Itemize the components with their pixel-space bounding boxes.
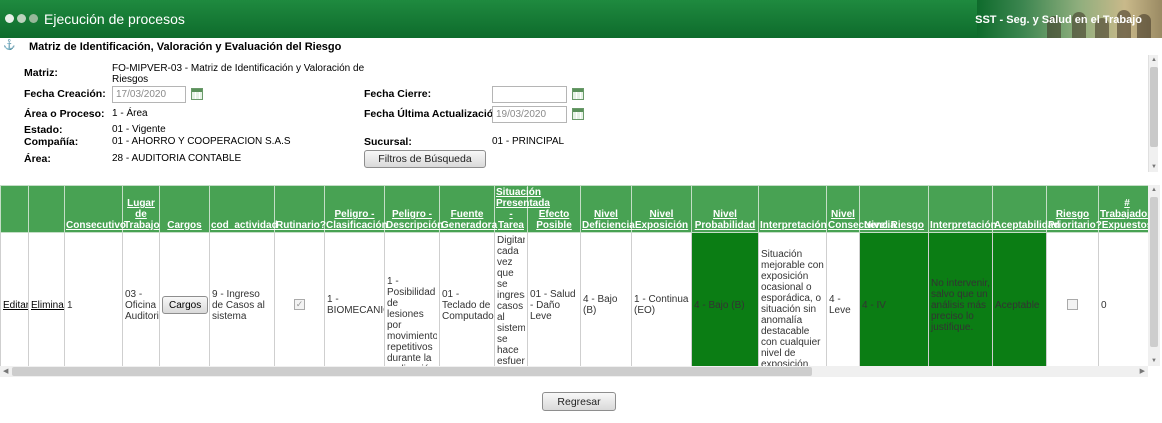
nivel-probabilidad-cell: 4 - Bajo (B) bbox=[691, 232, 759, 366]
header-nivel-riesgo[interactable]: Nivel Riesgo bbox=[859, 185, 929, 233]
trabajadores-expuestos-cell: 0 bbox=[1098, 232, 1148, 366]
estado-value: 01 - Vigente bbox=[112, 124, 166, 135]
header-lugar-trabajo[interactable]: Lugar de Trabajo bbox=[122, 185, 160, 233]
situacion-cell: Digitar cada vez que se ingresan casos a… bbox=[494, 232, 528, 366]
nivel-exposicion-cell: 1 - Continua (EO) bbox=[631, 232, 692, 366]
header-interpretacion-riesgo[interactable]: Interpretación bbox=[928, 185, 997, 233]
header-consecutivo[interactable]: Consecutivo bbox=[64, 185, 126, 233]
risk-matrix-grid: Consecutivo Lugar de Trabajo Cargos cod_… bbox=[0, 185, 1148, 366]
delete-link[interactable]: Eliminar bbox=[31, 300, 64, 311]
header-interpretacion-probabilidad[interactable]: Interpretación bbox=[758, 185, 827, 233]
interpretacion-riesgo-cell: No intervenir, salvo que un análisis más… bbox=[928, 232, 993, 366]
efecto-posible-cell: 01 - Salud - Daño Leve bbox=[527, 232, 581, 366]
app-header: Ejecución de procesos SST - Seg. y Salud… bbox=[0, 0, 1162, 38]
peligro-descripcion-cell: 1 - Posibilidad de lesiones por movimien… bbox=[384, 232, 440, 367]
aceptabilidad-cell: Aceptable bbox=[992, 232, 1047, 366]
matrix-form: Matriz: FO-MIPVER-03 - Matriz de Identif… bbox=[0, 55, 1162, 172]
delete-cell: Eliminar bbox=[28, 232, 65, 366]
grid-vertical-scrollbar[interactable]: ▲ ▼ bbox=[1148, 185, 1160, 366]
header-nivel-consecuencia[interactable]: Nivel Consecuencia bbox=[826, 185, 896, 233]
calendar-icon[interactable] bbox=[572, 108, 584, 120]
interpretacion-probabilidad-cell: Situación mejorable con exposición ocasi… bbox=[758, 232, 827, 366]
grid-header-row: Consecutivo Lugar de Trabajo Cargos cod_… bbox=[0, 185, 1148, 233]
compania-label: Compañía: bbox=[24, 136, 79, 148]
header-cargos[interactable]: Cargos bbox=[159, 185, 210, 233]
cod-actividad-cell: 9 - Ingreso de Casos al sistema bbox=[209, 232, 275, 366]
form-scrollbar[interactable]: ▲ ▼ bbox=[1148, 55, 1158, 172]
nivel-deficiencia-cell: 4 - Bajo (B) bbox=[580, 232, 632, 366]
header-peligro-clasificacion[interactable]: Peligro - Clasificación bbox=[324, 185, 388, 233]
app-title: Ejecución de procesos bbox=[44, 11, 185, 27]
lugar-trabajo-cell: 03 - Oficina Auditoria bbox=[122, 232, 160, 366]
header-fuente-generadora[interactable]: Fuente Generadora bbox=[439, 185, 497, 233]
peligro-descripcion-text: 1 - Posibilidad de lesiones por movimien… bbox=[387, 275, 437, 367]
compania-value: 01 - AHORRO Y COOPERACION S.A.S bbox=[112, 136, 291, 147]
header-situacion-presentada[interactable]: Situación Presentada - Tarea bbox=[494, 185, 550, 233]
header-nivel-exposicion[interactable]: Nivel Exposición bbox=[631, 185, 692, 233]
rutinario-checkbox[interactable]: ✓ bbox=[294, 299, 305, 311]
peligro-clasificacion-cell: 1 - BIOMECANICO bbox=[324, 232, 385, 366]
consecutivo-cell: 1 bbox=[64, 232, 123, 366]
sucursal-label: Sucursal: bbox=[364, 136, 412, 148]
fecha-cierre-label: Fecha Cierre: bbox=[364, 88, 432, 100]
header-delete-col bbox=[28, 185, 65, 233]
interpretacion-probabilidad-text: Situación mejorable con exposición ocasi… bbox=[761, 249, 824, 366]
fecha-cierre-input[interactable] bbox=[492, 86, 567, 103]
fuente-generadora-cell: 01 - Teclado de Computador bbox=[439, 232, 495, 366]
header-edit-col bbox=[0, 185, 29, 233]
calendar-icon[interactable] bbox=[572, 88, 584, 100]
area-label: Área: bbox=[24, 153, 51, 165]
header-aceptabilidad[interactable]: Aceptabilidad bbox=[992, 185, 1060, 233]
fecha-actualizacion-input[interactable] bbox=[492, 106, 567, 123]
area-proceso-label: Área o Proceso: bbox=[24, 108, 105, 120]
matriz-label: Matriz: bbox=[24, 67, 58, 79]
grid-horizontal-scrollbar[interactable]: ◀ ▶ bbox=[0, 366, 1148, 377]
matriz-value-line-2: Riesgos bbox=[112, 74, 149, 85]
nivel-riesgo-cell: 4 - IV bbox=[859, 232, 929, 366]
nivel-consecuencia-cell: 4 - Leve bbox=[826, 232, 860, 366]
fecha-creacion-input[interactable] bbox=[112, 86, 186, 103]
section-title: Matriz de Identificación, Valoración y E… bbox=[29, 41, 342, 53]
edit-cell: Editar bbox=[0, 232, 29, 366]
estado-label: Estado: bbox=[24, 124, 63, 136]
riesgo-prioritario-cell bbox=[1046, 232, 1099, 366]
regresar-button[interactable]: Regresar bbox=[542, 392, 616, 411]
riesgo-prioritario-checkbox[interactable] bbox=[1067, 299, 1078, 311]
calendar-icon[interactable] bbox=[191, 88, 203, 100]
brand-name: SST - Seg. y Salud en el Trabajo bbox=[975, 14, 1142, 26]
fecha-creacion-label: Fecha Creación: bbox=[24, 88, 106, 100]
filtros-busqueda-button[interactable]: Filtros de Búsqueda bbox=[364, 150, 486, 168]
header-cod-actividad[interactable]: cod_actividad bbox=[209, 185, 278, 233]
header-nivel-deficiencia[interactable]: Nivel Deficiencia bbox=[580, 185, 635, 233]
edit-link[interactable]: Editar bbox=[3, 300, 28, 311]
sucursal-value: 01 - PRINCIPAL bbox=[492, 136, 565, 147]
table-row: Editar Eliminar 1 03 - Oficina Auditoria… bbox=[0, 232, 1148, 367]
cargos-cell: Cargos bbox=[159, 232, 210, 366]
rutinario-cell: ✓ bbox=[274, 232, 325, 366]
header-trabajadores-expuestos[interactable]: # Trabajadores Expuestos bbox=[1098, 185, 1148, 233]
situacion-text: Digitar cada vez que se ingresan casos a… bbox=[497, 235, 525, 366]
matriz-value-line-1: FO-MIPVER-03 - Matriz de Identificación … bbox=[112, 63, 365, 74]
area-value: 28 - AUDITORIA CONTABLE bbox=[112, 153, 242, 164]
area-proceso-value: 1 - Área bbox=[112, 108, 148, 119]
header-riesgo-prioritario[interactable]: Riesgo Prioritario? bbox=[1046, 185, 1102, 233]
header-rutinario[interactable]: Rutinario? bbox=[274, 185, 326, 233]
window-dots-icon bbox=[5, 14, 38, 23]
header-peligro-descripcion[interactable]: Peligro - Descripción bbox=[384, 185, 443, 233]
cargos-button[interactable]: Cargos bbox=[162, 296, 209, 314]
section-anchor-icon: ⚓ bbox=[3, 40, 16, 51]
header-nivel-probabilidad[interactable]: Nivel Probabilidad bbox=[691, 185, 759, 233]
fecha-actualizacion-label: Fecha Última Actualización: bbox=[364, 108, 504, 120]
